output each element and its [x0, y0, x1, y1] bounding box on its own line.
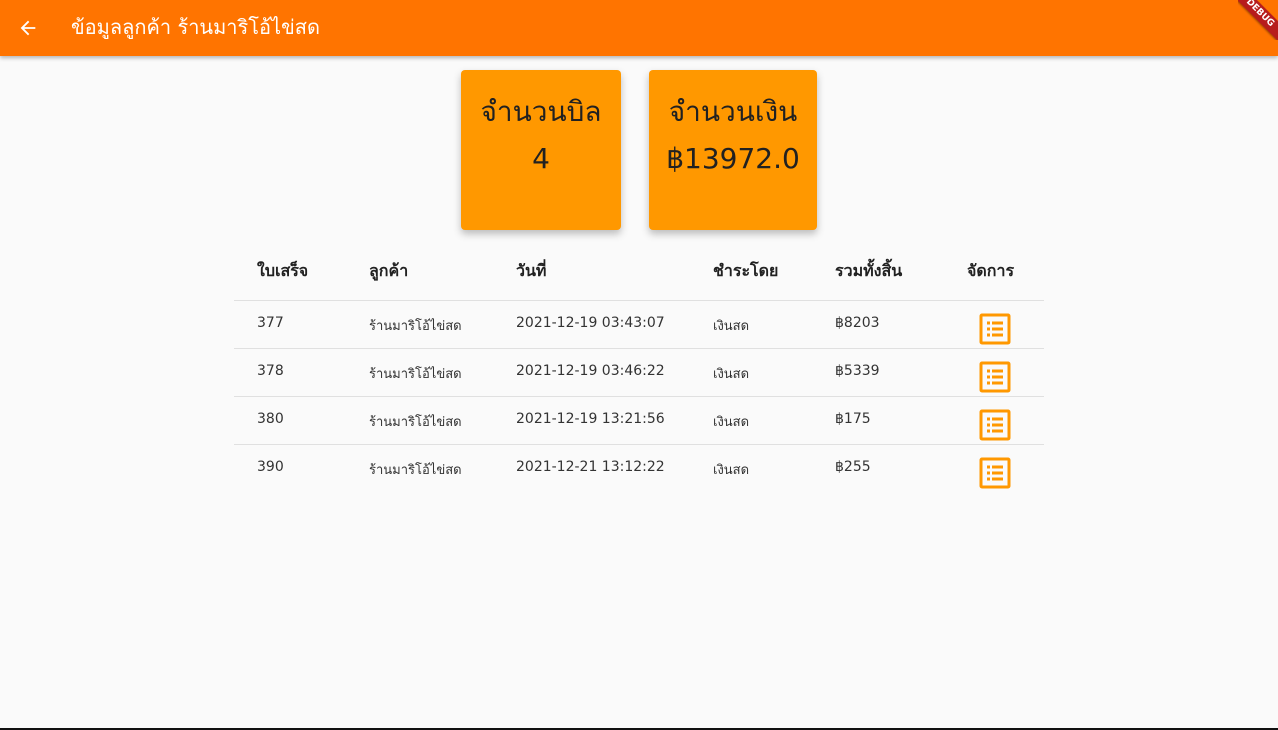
total-money-card: จำนวนเงิน ฿13972.0 [649, 70, 817, 230]
table-header: ใบเสร็จ ลูกค้า วันที่ ชำระโดย รวมทั้งสิ้… [234, 246, 1044, 301]
header-date: วันที่ [516, 261, 547, 280]
bill-count-label: จำนวนบิล [480, 95, 602, 128]
view-receipt-button[interactable] [979, 409, 1011, 441]
view-receipt-button[interactable] [979, 361, 1011, 393]
arrow-back-icon [20, 20, 36, 36]
table-row: 380 ร้านมาริโอ้ไข่สด 2021-12-19 13:21:56… [234, 397, 1044, 445]
view-receipt-button[interactable] [979, 457, 1011, 489]
cell-payment: เงินสด [713, 319, 750, 334]
cell-receipt: 378 [257, 363, 284, 379]
list-alt-icon [979, 313, 1011, 345]
table-row: 390 ร้านมาริโอ้ไข่สด 2021-12-21 13:12:22… [234, 445, 1044, 492]
cell-total: ฿175 [835, 411, 871, 427]
list-alt-icon [979, 457, 1011, 489]
app-bar: ข้อมูลลูกค้า ร้านมาริโอ้ไข่สด [0, 0, 1278, 56]
cell-date: 2021-12-19 03:43:07 [516, 315, 665, 331]
back-button[interactable] [8, 8, 48, 48]
cell-total: ฿8203 [835, 315, 880, 331]
receipts-table: ใบเสร็จ ลูกค้า วันที่ ชำระโดย รวมทั้งสิ้… [234, 246, 1044, 492]
cell-customer: ร้านมาริโอ้ไข่สด [369, 415, 462, 430]
table-row: 378 ร้านมาริโอ้ไข่สด 2021-12-19 03:46:22… [234, 349, 1044, 397]
bill-count-card: จำนวนบิล 4 [461, 70, 621, 230]
view-receipt-button[interactable] [979, 313, 1011, 345]
cell-receipt: 377 [257, 315, 284, 331]
list-alt-icon [979, 409, 1011, 441]
table-row: 377 ร้านมาริโอ้ไข่สด 2021-12-19 03:43:07… [234, 301, 1044, 349]
page-title: ข้อมูลลูกค้า ร้านมาริโอ้ไข่สด [71, 15, 320, 39]
header-total: รวมทั้งสิ้น [835, 261, 903, 280]
bill-count-value: 4 [532, 142, 550, 175]
cell-date: 2021-12-21 13:12:22 [516, 459, 665, 475]
header-payment: ชำระโดย [713, 261, 779, 280]
cell-date: 2021-12-19 13:21:56 [516, 411, 665, 427]
cell-total: ฿5339 [835, 363, 880, 379]
cell-receipt: 380 [257, 411, 284, 427]
header-customer: ลูกค้า [369, 261, 409, 280]
cell-customer: ร้านมาริโอ้ไข่สด [369, 463, 462, 478]
debug-banner-label: DEBUG [1238, 0, 1278, 40]
debug-banner: DEBUG [1238, 0, 1278, 40]
cell-receipt: 390 [257, 459, 284, 475]
cell-date: 2021-12-19 03:46:22 [516, 363, 665, 379]
cell-total: ฿255 [835, 459, 871, 475]
total-money-label: จำนวนเงิน [668, 95, 798, 128]
cell-customer: ร้านมาริโอ้ไข่สด [369, 367, 462, 382]
cell-payment: เงินสด [713, 463, 750, 478]
header-receipt: ใบเสร็จ [257, 261, 309, 280]
total-money-value: ฿13972.0 [666, 142, 800, 175]
cell-payment: เงินสด [713, 415, 750, 430]
cell-customer: ร้านมาริโอ้ไข่สด [369, 319, 462, 334]
list-alt-icon [979, 361, 1011, 393]
cell-payment: เงินสด [713, 367, 750, 382]
header-manage: จัดการ [967, 261, 1015, 280]
